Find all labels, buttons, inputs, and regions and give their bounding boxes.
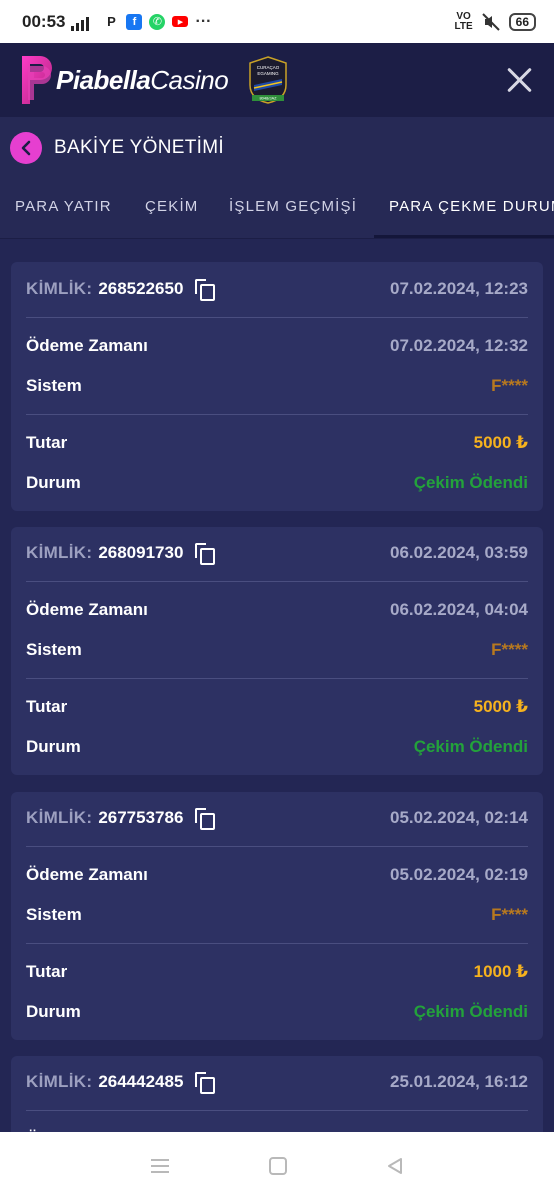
signal-icon: 4.5G (71, 7, 91, 31)
record-date: 07.02.2024, 12:23 (389, 279, 528, 298)
system-label: Sistem (26, 640, 82, 659)
tab-withdrawal-status[interactable]: PARA ÇEKME DURUMU (389, 179, 554, 238)
system-value: F**** (491, 640, 528, 659)
withdrawal-card: KİMLİK: 268522650 07.02.2024, 12:23 Ödeme… (11, 262, 543, 511)
system-value: F**** (491, 376, 528, 395)
more-notifications-icon: ··· (195, 12, 212, 30)
close-button[interactable] (506, 66, 534, 94)
system-value: F**** (491, 905, 528, 924)
amount-label: Tutar (26, 697, 68, 716)
status-value: Çekim Ödendi (413, 1002, 528, 1021)
status-label: Durum (26, 737, 81, 756)
back-nav-icon[interactable] (385, 1156, 405, 1176)
divider (26, 414, 528, 415)
network-type: 4.5G (73, 6, 91, 16)
status-value: Çekim Ödendi (413, 737, 528, 756)
system-label: Sistem (26, 905, 82, 924)
record-id: 268091730 (98, 543, 184, 562)
tab-transaction-history[interactable]: İŞLEM GEÇMİŞİ (229, 179, 357, 238)
withdrawal-card: KİMLİK: 267753786 05.02.2024, 02:14 Ödeme… (11, 792, 543, 1040)
active-tab-indicator (374, 235, 554, 238)
system-label: Sistem (26, 376, 82, 395)
home-icon[interactable] (268, 1156, 288, 1176)
record-id: 267753786 (98, 808, 184, 827)
back-button[interactable] (10, 132, 42, 164)
p-icon: P (107, 14, 116, 29)
status-value: Çekim Ödendi (413, 473, 528, 492)
record-id: 264442485 (98, 1072, 184, 1091)
amount-value: 1000 ₺ (473, 962, 528, 981)
facebook-icon: f (126, 13, 143, 30)
divider (26, 943, 528, 944)
tab-withdraw[interactable]: ÇEKİM (145, 179, 199, 238)
record-date: 25.01.2024, 16:12 (389, 1072, 528, 1091)
divider (26, 846, 528, 847)
page-title-bar: BAKİYE YÖNETİMİ (0, 117, 554, 179)
amount-value: 5000 ₺ (473, 697, 528, 716)
status-bar: 00:53 4.5G P f ✆ ▶ ··· VO LTE 66 (0, 0, 554, 43)
payment-time-value: 06.02.2024, 04:04 (389, 600, 528, 619)
svg-text:8048/JAZ: 8048/JAZ (260, 96, 278, 101)
divider (26, 1110, 528, 1111)
battery-indicator: 66 (508, 12, 536, 31)
chevron-left-icon (21, 140, 31, 156)
withdrawal-card: KİMLİK:264442485 25.01.2024, 16:12 Ödeme… (11, 1056, 543, 1132)
tab-bar: PARA YATIR ÇEKİM İŞLEM GEÇMİŞİ PARA ÇEKM… (0, 179, 554, 239)
amount-label: Tutar (26, 962, 68, 981)
id-label: KİMLİK: (26, 543, 93, 562)
record-date: 06.02.2024, 03:59 (389, 543, 528, 562)
page-title: BAKİYE YÖNETİMİ (54, 137, 224, 158)
payment-time-label: Ödeme Zamanı (26, 600, 148, 619)
copy-icon[interactable] (195, 808, 216, 830)
system-nav-bar (0, 1132, 554, 1200)
copy-icon[interactable] (195, 279, 216, 301)
payment-time-label: Ödeme Zamanı (26, 336, 148, 355)
payment-time-value: 07.02.2024, 12:32 (389, 336, 528, 355)
withdrawal-list[interactable]: KİMLİK: 268522650 07.02.2024, 12:23 Ödeme… (0, 239, 554, 1132)
amount-label: Tutar (26, 433, 68, 452)
whatsapp-icon: ✆ (149, 13, 166, 30)
amount-value: 5000 ₺ (473, 433, 528, 452)
id-label: KİMLİK: (26, 279, 93, 298)
status-time: 00:53 (22, 11, 66, 31)
recent-apps-icon[interactable] (149, 1157, 171, 1175)
volte-indicator: VO LTE (454, 10, 473, 32)
divider (26, 678, 528, 679)
brand-name: PiabellaCasino (56, 64, 229, 95)
record-id: 268522650 (98, 279, 184, 298)
withdrawal-card: KİMLİK: 268091730 06.02.2024, 03:59 Ödeme… (11, 527, 543, 775)
payment-time-label: Ödeme Zamanı (26, 865, 148, 884)
youtube-icon: ▶ (172, 16, 189, 27)
piabella-logo-icon (22, 56, 52, 104)
tab-deposit[interactable]: PARA YATIR (15, 179, 112, 238)
mute-vibrate-icon (481, 12, 500, 31)
divider (26, 317, 528, 318)
id-label: KİMLİK: (26, 1072, 93, 1091)
curacao-egaming-seal-icon: CURAÇAO EGAMING 8048/JAZ (249, 56, 287, 104)
copy-icon[interactable] (195, 543, 216, 565)
svg-text:EGAMING: EGAMING (258, 71, 280, 76)
site-header: PiabellaCasino CURAÇAO EGAMING 8048/JAZ (0, 43, 554, 117)
copy-icon[interactable] (195, 1072, 216, 1094)
record-date: 05.02.2024, 02:14 (389, 808, 528, 827)
payment-time-value: 05.02.2024, 02:19 (389, 865, 528, 884)
svg-text:CURAÇAO: CURAÇAO (257, 65, 280, 70)
status-label: Durum (26, 1002, 81, 1021)
status-label: Durum (26, 473, 81, 492)
id-label: KİMLİK: (26, 808, 93, 827)
divider (26, 581, 528, 582)
